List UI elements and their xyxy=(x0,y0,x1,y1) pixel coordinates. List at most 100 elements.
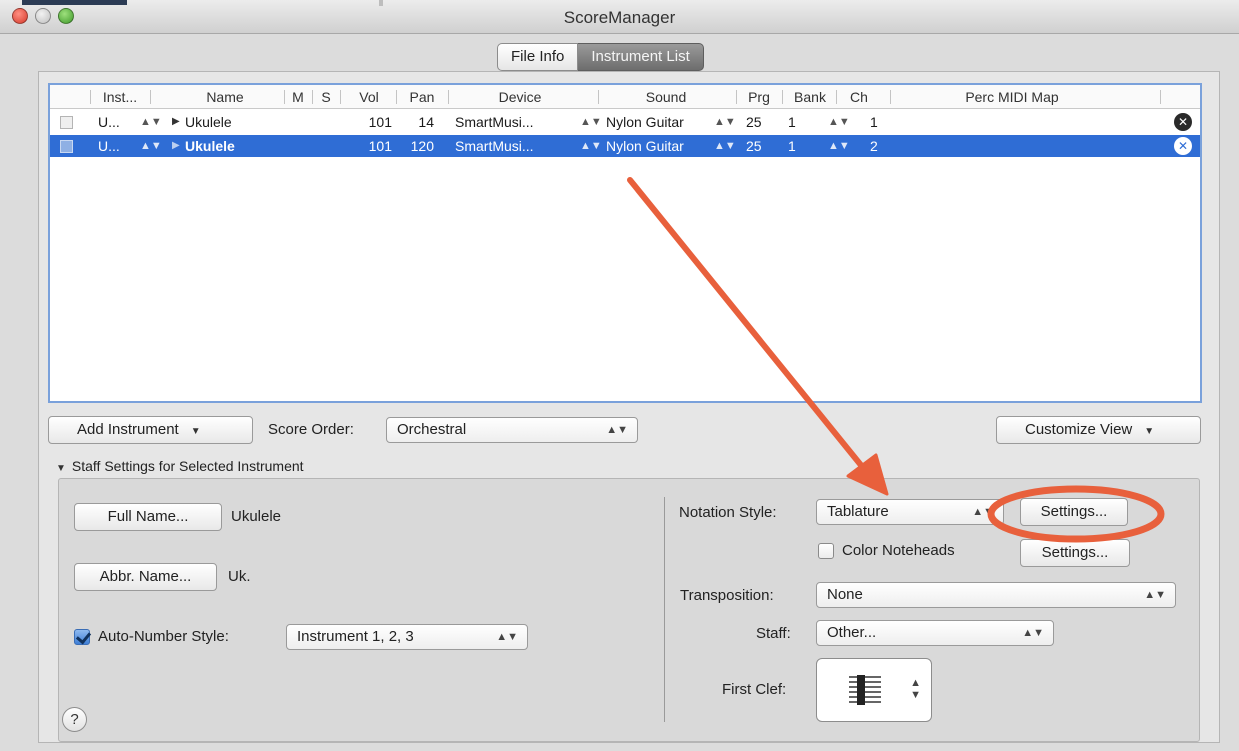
column-separator xyxy=(312,90,313,104)
staff-value: Other... xyxy=(827,624,877,641)
row-name: Ukulele xyxy=(185,138,235,154)
disclosure-down-icon: ▼ xyxy=(56,463,66,474)
window-title: ScoreManager xyxy=(563,8,676,27)
device-stepper-icon[interactable]: ▲▼ xyxy=(580,111,602,133)
row-vol[interactable]: 101 xyxy=(358,135,392,157)
column-header-mute[interactable]: M xyxy=(288,85,308,109)
auto-number-value: Instrument 1, 2, 3 xyxy=(297,628,414,645)
row-sound[interactable]: Nylon Guitar xyxy=(606,135,684,157)
notation-settings-button[interactable]: Settings... xyxy=(1020,498,1128,526)
column-header-perc-midi-map[interactable]: Perc MIDI Map xyxy=(922,85,1102,109)
notation-style-popup[interactable]: Tablature ▲▼ xyxy=(816,499,1004,525)
auto-number-label: Auto-Number Style: xyxy=(98,628,229,645)
popup-arrows-icon: ▲▼ xyxy=(496,631,518,643)
row-bank[interactable]: 1 xyxy=(788,135,796,157)
column-header-bank[interactable]: Bank xyxy=(790,85,830,109)
column-separator xyxy=(340,90,341,104)
score-order-label: Score Order: xyxy=(268,421,354,438)
color-settings-button[interactable]: Settings... xyxy=(1020,539,1130,567)
row-pan[interactable]: 120 xyxy=(400,135,434,157)
transposition-value: None xyxy=(827,586,863,603)
column-header-device[interactable]: Device xyxy=(460,85,580,109)
color-noteheads-checkbox[interactable] xyxy=(818,543,834,559)
tab-bar: File Info Instrument List xyxy=(497,43,704,71)
row-ch[interactable]: 1 xyxy=(870,111,878,133)
title-bar: ScoreManager xyxy=(0,0,1239,34)
add-instrument-label: Add Instrument xyxy=(77,421,179,438)
column-header-ch[interactable]: Ch xyxy=(844,85,874,109)
score-order-value: Orchestral xyxy=(397,421,467,438)
transposition-popup[interactable]: None ▲▼ xyxy=(816,582,1176,608)
full-name-button[interactable]: Full Name... xyxy=(74,503,222,531)
column-header-name[interactable]: Name xyxy=(180,85,270,109)
add-instrument-button[interactable]: Add Instrument ▼ xyxy=(48,416,253,444)
column-separator xyxy=(782,90,783,104)
disclosure-triangle-icon[interactable]: ▶ xyxy=(172,111,180,133)
help-button[interactable]: ? xyxy=(62,707,87,732)
column-header-sound[interactable]: Sound xyxy=(606,85,726,109)
row-ch[interactable]: 2 xyxy=(870,135,878,157)
popup-arrows-icon: ▲▼ xyxy=(910,677,921,701)
row-checkbox[interactable] xyxy=(60,140,73,153)
tab-file-info[interactable]: File Info xyxy=(497,43,579,71)
row-prg[interactable]: 25 xyxy=(746,135,762,157)
row-pan[interactable]: 14 xyxy=(400,111,434,133)
dropdown-caret-icon: ▼ xyxy=(190,426,201,437)
row-inst: U... xyxy=(98,114,120,130)
notation-style-label: Notation Style: xyxy=(679,504,777,521)
staff-settings-title: Staff Settings for Selected Instrument xyxy=(71,458,304,474)
table-header: Inst... Name M S Vol Pan Device Sound Pr… xyxy=(50,85,1200,109)
column-header-vol[interactable]: Vol xyxy=(350,85,388,109)
customize-view-button[interactable]: Customize View ▼ xyxy=(996,416,1201,444)
notation-style-value: Tablature xyxy=(827,503,889,520)
row-prg[interactable]: 25 xyxy=(746,111,762,133)
remove-instrument-icon[interactable]: ✕ xyxy=(1174,113,1192,131)
auto-number-checkbox[interactable] xyxy=(74,629,90,645)
first-clef-picker[interactable]: ▲ ▼ xyxy=(816,658,932,722)
column-header-prg[interactable]: Prg xyxy=(742,85,776,109)
remove-instrument-icon[interactable]: ✕ xyxy=(1174,137,1192,155)
bank-stepper-icon[interactable]: ▲▼ xyxy=(828,135,850,157)
row-device[interactable]: SmartMusi... xyxy=(455,135,534,157)
instrument-table[interactable]: Inst... Name M S Vol Pan Device Sound Pr… xyxy=(48,83,1202,403)
column-separator xyxy=(736,90,737,104)
first-clef-label: First Clef: xyxy=(722,681,787,698)
inst-stepper-icon[interactable]: ▲▼ xyxy=(140,135,162,157)
tab-instrument-list[interactable]: Instrument List xyxy=(578,43,704,71)
sound-stepper-icon[interactable]: ▲▼ xyxy=(714,111,736,133)
staff-settings-disclosure[interactable]: ▼ Staff Settings for Selected Instrument xyxy=(56,456,304,479)
column-separator xyxy=(1160,90,1161,104)
column-header-solo[interactable]: S xyxy=(316,85,336,109)
row-checkbox[interactable] xyxy=(60,116,73,129)
popup-arrows-icon: ▲▼ xyxy=(606,424,628,436)
column-separator xyxy=(396,90,397,104)
table-row[interactable]: U... ▲▼ ▶ Ukulele 101 120 SmartMusi... ▲… xyxy=(50,135,1200,157)
row-name: Ukulele xyxy=(185,114,232,130)
row-bank[interactable]: 1 xyxy=(788,111,796,133)
sound-stepper-icon[interactable]: ▲▼ xyxy=(714,135,736,157)
row-sound[interactable]: Nylon Guitar xyxy=(606,111,684,133)
score-order-popup[interactable]: Orchestral ▲▼ xyxy=(386,417,638,443)
inst-stepper-icon[interactable]: ▲▼ xyxy=(140,111,162,133)
column-header-pan[interactable]: Pan xyxy=(402,85,442,109)
table-row[interactable]: U... ▲▼ ▶ Ukulele 101 14 SmartMusi... ▲▼… xyxy=(50,111,1200,133)
row-device[interactable]: SmartMusi... xyxy=(455,111,534,133)
device-stepper-icon[interactable]: ▲▼ xyxy=(580,135,602,157)
column-separator xyxy=(598,90,599,104)
abbr-name-button[interactable]: Abbr. Name... xyxy=(74,563,217,591)
column-separator xyxy=(284,90,285,104)
staff-popup[interactable]: Other... ▲▼ xyxy=(816,620,1054,646)
panel-divider xyxy=(664,497,665,722)
row-inst: U... xyxy=(98,138,120,154)
column-header-inst[interactable]: Inst... xyxy=(94,85,146,109)
customize-view-label: Customize View xyxy=(1025,421,1133,438)
bank-stepper-icon[interactable]: ▲▼ xyxy=(828,111,850,133)
color-noteheads-label: Color Noteheads xyxy=(842,542,955,559)
auto-number-popup[interactable]: Instrument 1, 2, 3 ▲▼ xyxy=(286,624,528,650)
tab-clef-icon xyxy=(849,675,881,705)
disclosure-triangle-icon[interactable]: ▶ xyxy=(172,135,180,157)
column-separator xyxy=(448,90,449,104)
column-separator xyxy=(836,90,837,104)
column-separator xyxy=(890,90,891,104)
row-vol[interactable]: 101 xyxy=(358,111,392,133)
